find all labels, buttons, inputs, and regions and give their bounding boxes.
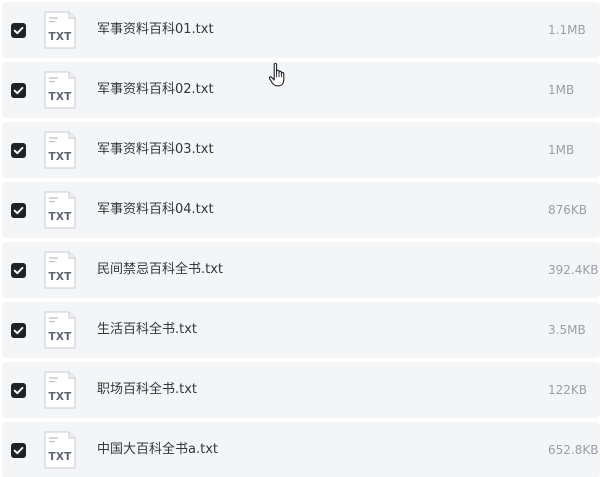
file-name[interactable]: 军事资料百科02.txt	[97, 80, 214, 100]
checkmark-icon	[13, 386, 24, 395]
txt-file-icon: TXT	[44, 371, 76, 409]
file-row[interactable]: TXT 中国大百科全书a.txt 652.8KB	[2, 422, 600, 477]
file-checkbox[interactable]	[11, 23, 26, 38]
file-row[interactable]: TXT 职场百科全书.txt 122KB	[2, 362, 600, 418]
checkmark-icon	[13, 446, 24, 455]
file-size: 1.1MB	[548, 23, 586, 37]
txt-file-icon: TXT	[44, 191, 76, 229]
file-type-label: TXT	[48, 91, 72, 103]
txt-file-icon: TXT	[44, 431, 76, 469]
file-checkbox[interactable]	[11, 263, 26, 278]
file-list: TXT 军事资料百科01.txt 1.1MB TXT 军事资料百科02.txt …	[0, 0, 602, 477]
checkmark-icon	[13, 266, 24, 275]
file-type-label: TXT	[48, 451, 72, 463]
file-type-label: TXT	[48, 271, 72, 283]
file-name[interactable]: 军事资料百科01.txt	[97, 20, 214, 40]
checkmark-icon	[13, 326, 24, 335]
file-row[interactable]: TXT 军事资料百科03.txt 1MB	[2, 122, 600, 178]
file-size: 876KB	[548, 203, 588, 217]
checkmark-icon	[13, 146, 24, 155]
file-size: 1MB	[548, 143, 575, 157]
file-name[interactable]: 民间禁忌百科全书.txt	[97, 260, 223, 280]
file-size: 652.8KB	[548, 443, 599, 457]
file-row[interactable]: TXT 军事资料百科04.txt 876KB	[2, 182, 600, 238]
file-size: 1MB	[548, 83, 575, 97]
file-type-label: TXT	[48, 331, 72, 343]
file-checkbox[interactable]	[11, 83, 26, 98]
file-name[interactable]: 职场百科全书.txt	[97, 380, 197, 400]
checkmark-icon	[13, 86, 24, 95]
file-name[interactable]: 中国大百科全书a.txt	[97, 440, 218, 460]
file-size: 122KB	[548, 383, 588, 397]
file-size: 392.4KB	[548, 263, 599, 277]
file-checkbox[interactable]	[11, 443, 26, 458]
file-size: 3.5MB	[548, 323, 586, 337]
txt-file-icon: TXT	[44, 131, 76, 169]
checkmark-icon	[13, 26, 24, 35]
file-row[interactable]: TXT 生活百科全书.txt 3.5MB	[2, 302, 600, 358]
txt-file-icon: TXT	[44, 11, 76, 49]
file-checkbox[interactable]	[11, 143, 26, 158]
txt-file-icon: TXT	[44, 311, 76, 349]
file-checkbox[interactable]	[11, 383, 26, 398]
file-type-label: TXT	[48, 211, 72, 223]
file-checkbox[interactable]	[11, 203, 26, 218]
file-type-label: TXT	[48, 151, 72, 163]
file-row[interactable]: TXT 军事资料百科01.txt 1.1MB	[2, 2, 600, 58]
checkmark-icon	[13, 206, 24, 215]
txt-file-icon: TXT	[44, 251, 76, 289]
file-checkbox[interactable]	[11, 323, 26, 338]
file-type-label: TXT	[48, 31, 72, 43]
file-row[interactable]: TXT 民间禁忌百科全书.txt 392.4KB	[2, 242, 600, 298]
file-name[interactable]: 军事资料百科03.txt	[97, 140, 214, 160]
file-name[interactable]: 军事资料百科04.txt	[97, 200, 214, 220]
file-name[interactable]: 生活百科全书.txt	[97, 320, 197, 340]
file-row[interactable]: TXT 军事资料百科02.txt 1MB	[2, 62, 600, 118]
file-type-label: TXT	[48, 391, 72, 403]
txt-file-icon: TXT	[44, 71, 76, 109]
